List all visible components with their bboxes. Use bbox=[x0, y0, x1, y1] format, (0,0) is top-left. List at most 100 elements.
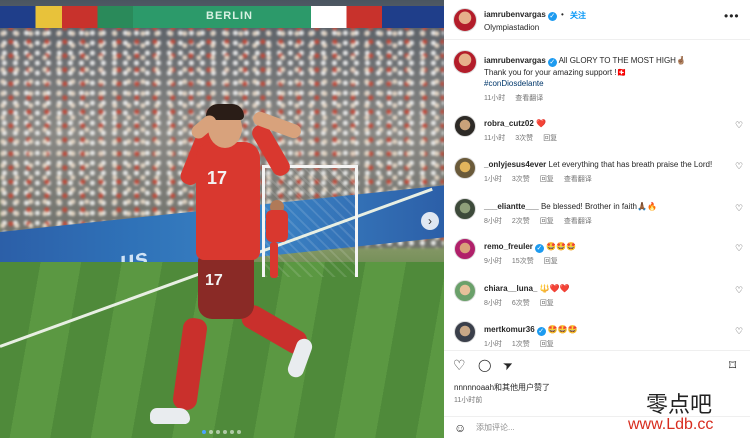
comment-author[interactable]: ___eliantte___ bbox=[484, 202, 539, 211]
caption-text: iamrubenvargas ✓ All GLORY TO THE MOST HI… bbox=[484, 55, 734, 89]
share-icon[interactable]: ➤ bbox=[501, 357, 516, 374]
translate-link[interactable]: 查看翻译 bbox=[564, 218, 592, 225]
verified-icon: ✓ bbox=[536, 327, 546, 336]
post-author-name[interactable]: iamrubenvargas bbox=[484, 10, 546, 19]
like-icon[interactable]: ♡ bbox=[453, 357, 466, 374]
comment-meta: 1小时 3次赞 回复 查看翻译 bbox=[484, 174, 602, 184]
shorts-number: 17 bbox=[205, 272, 223, 289]
reply-button[interactable]: 回复 bbox=[544, 258, 558, 265]
comment: mertkomur36 ✓ 🤩🤩🤩 bbox=[484, 324, 734, 336]
carousel-indicator bbox=[202, 430, 241, 434]
commenter-avatar[interactable] bbox=[454, 115, 476, 137]
comment-author[interactable]: chiara__luna_ bbox=[484, 284, 537, 293]
like-comment-icon[interactable]: ♡ bbox=[735, 161, 743, 172]
carousel-dot bbox=[223, 430, 227, 434]
liked-by-text[interactable]: nnnnnoaah和其他用户赞了 bbox=[454, 382, 550, 393]
comment-time: 9小时 bbox=[484, 258, 502, 265]
carousel-dot bbox=[202, 430, 206, 434]
hashtag-link[interactable]: #conDiosdelante bbox=[484, 79, 544, 88]
reply-button[interactable]: 回复 bbox=[540, 300, 554, 307]
comment-time: 1小时 bbox=[484, 341, 502, 348]
reply-button[interactable]: 回复 bbox=[540, 176, 554, 183]
commenter-avatar[interactable] bbox=[454, 280, 476, 302]
player-shirt bbox=[196, 142, 260, 260]
comment-author[interactable]: remo_freuler bbox=[484, 242, 533, 251]
verified-icon: ✓ bbox=[547, 58, 557, 67]
like-comment-icon[interactable]: ♡ bbox=[735, 243, 743, 254]
comment-likes[interactable]: 6次赞 bbox=[512, 300, 530, 307]
comment-author[interactable]: robra_cutz02 bbox=[484, 119, 534, 128]
player-boot-left bbox=[150, 408, 190, 424]
watermark-logo-text: 零点吧 bbox=[646, 393, 713, 418]
commenter-avatar[interactable] bbox=[454, 238, 476, 260]
like-comment-icon[interactable]: ♡ bbox=[735, 326, 743, 337]
banner-text: BERLIN bbox=[206, 10, 253, 22]
comment-author[interactable]: mertkomur36 bbox=[484, 325, 535, 334]
comment: remo_freuler ✓ 🤩🤩🤩 bbox=[484, 241, 734, 253]
save-icon[interactable]: ⌑ bbox=[729, 357, 736, 374]
emoji-icon[interactable]: ☺ bbox=[454, 421, 466, 435]
carousel-dot bbox=[216, 430, 220, 434]
more-options-icon[interactable]: ••• bbox=[724, 9, 740, 23]
verified-icon: ✓ bbox=[547, 12, 557, 21]
commenter-avatar[interactable] bbox=[454, 321, 476, 343]
caption-line-2: Thank you for your amazing support !🇨🇭 bbox=[484, 68, 627, 77]
comment-text: Let everything that has breath praise th… bbox=[548, 160, 713, 169]
comment-likes[interactable]: 3次赞 bbox=[512, 176, 530, 183]
caption-time: 11小时 bbox=[484, 95, 506, 102]
location-link[interactable]: Olympiastadion bbox=[484, 23, 539, 32]
comment-time: 8小时 bbox=[484, 218, 502, 225]
post-photo[interactable]: BERLIN us 17 17 › bbox=[0, 0, 444, 438]
comment-text: 🤩🤩🤩 bbox=[546, 242, 577, 251]
post-author[interactable]: iamrubenvargas ✓ bbox=[484, 10, 557, 21]
follow-button[interactable]: 关注 bbox=[570, 10, 586, 21]
commenter-avatar[interactable] bbox=[454, 157, 476, 179]
comment-likes[interactable]: 3次赞 bbox=[515, 135, 533, 142]
comment-text: ❤️ bbox=[536, 119, 546, 128]
comment-icon[interactable]: ◯ bbox=[478, 358, 491, 372]
avatar[interactable] bbox=[453, 8, 477, 32]
next-image-button[interactable]: › bbox=[421, 212, 439, 230]
post-header: iamrubenvargas ✓ • 关注 Olympiastadion ••• bbox=[444, 0, 750, 40]
comment-meta: 8小时 6次赞 回复 bbox=[484, 298, 564, 308]
comment-text: 🔱❤️❤️ bbox=[539, 284, 570, 293]
post-actions: ♡ ◯ ➤ ⌑ bbox=[444, 350, 750, 374]
caption-avatar[interactable] bbox=[453, 50, 477, 74]
caption-author[interactable]: iamrubenvargas bbox=[484, 56, 546, 65]
shirt-number: 17 bbox=[207, 168, 228, 188]
separator: • bbox=[561, 10, 564, 19]
comment-meta: 8小时 2次赞 回复 查看翻译 bbox=[484, 216, 602, 226]
comment: robra_cutz02 ❤️ bbox=[484, 118, 734, 129]
comment-meta: 11小时 3次赞 回复 bbox=[484, 133, 567, 143]
comment-likes[interactable]: 15次赞 bbox=[512, 258, 534, 265]
comment-time: 1小时 bbox=[484, 176, 502, 183]
background-player bbox=[262, 200, 292, 280]
reply-button[interactable]: 回复 bbox=[540, 341, 554, 348]
caption-meta: 11小时 查看翻译 bbox=[484, 93, 553, 103]
like-comment-icon[interactable]: ♡ bbox=[735, 120, 743, 131]
reply-button[interactable]: 回复 bbox=[540, 218, 554, 225]
carousel-dot bbox=[230, 430, 234, 434]
translate-link[interactable]: 查看翻译 bbox=[515, 95, 543, 102]
carousel-dot bbox=[237, 430, 241, 434]
post-time: 11小时前 bbox=[454, 397, 483, 404]
comment-likes[interactable]: 2次赞 bbox=[512, 218, 530, 225]
like-comment-icon[interactable]: ♡ bbox=[735, 285, 743, 296]
caption-line-1: All GLORY TO THE MOST HIGH🤞🏽 bbox=[558, 56, 686, 65]
comment: ___eliantte___ Be blessed! Brother in fa… bbox=[484, 201, 734, 212]
commenter-avatar[interactable] bbox=[454, 198, 476, 220]
comment-author[interactable]: _onlyjesus4ever bbox=[484, 160, 546, 169]
post-side-panel: iamrubenvargas ✓ • 关注 Olympiastadion ••• … bbox=[444, 0, 750, 438]
comment-time: 8小时 bbox=[484, 300, 502, 307]
comment-time: 11小时 bbox=[484, 135, 506, 142]
reply-button[interactable]: 回复 bbox=[543, 135, 557, 142]
comment-likes[interactable]: 1次赞 bbox=[512, 341, 530, 348]
like-comment-icon[interactable]: ♡ bbox=[735, 203, 743, 214]
comment-text: 🤩🤩🤩 bbox=[547, 325, 578, 334]
watermark-url: www.Ldb.cc bbox=[628, 416, 714, 433]
comment-meta: 9小时 15次赞 回复 bbox=[484, 256, 568, 266]
verified-icon: ✓ bbox=[534, 244, 544, 253]
comment: _onlyjesus4ever Let everything that has … bbox=[484, 159, 734, 170]
translate-link[interactable]: 查看翻译 bbox=[564, 176, 592, 183]
comment-text: Be blessed! Brother in faith🙏🏾🔥 bbox=[540, 202, 657, 211]
